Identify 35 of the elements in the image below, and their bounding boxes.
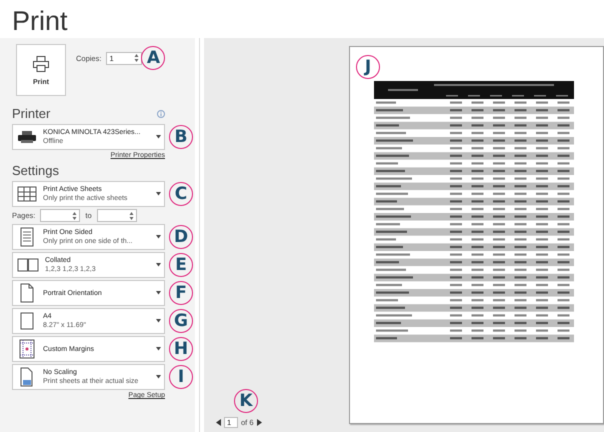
caret-icon <box>156 135 161 139</box>
page-to-field[interactable] <box>96 209 137 222</box>
callout-label: A <box>141 46 166 70</box>
next-page-icon[interactable] <box>256 419 262 426</box>
settings-heading: Settings <box>12 163 59 179</box>
margins-icon <box>17 339 37 359</box>
callout-label: E <box>169 253 193 277</box>
caret-icon <box>156 235 161 239</box>
spinner-icon <box>72 210 78 220</box>
caret-icon <box>156 375 161 379</box>
caret-icon <box>156 347 161 351</box>
printer-icon <box>32 54 50 72</box>
callout-label: I <box>169 365 193 389</box>
caret-icon <box>156 319 161 323</box>
page-title: Print <box>11 5 69 38</box>
callout-label: B <box>169 125 193 149</box>
sheet-grid-icon <box>17 185 37 203</box>
spinner-icon <box>128 210 134 220</box>
page-from-field[interactable] <box>40 209 80 222</box>
caret-icon <box>156 192 161 196</box>
info-icon[interactable] <box>157 110 165 118</box>
callout-label: H <box>169 337 193 361</box>
callout-label: K <box>234 389 258 413</box>
callout-label: C <box>169 182 193 206</box>
callout-label: J <box>356 55 380 79</box>
callout-label: F <box>169 281 193 305</box>
collated-pages-icon <box>17 257 39 273</box>
spinner-icon <box>134 53 140 63</box>
callout-label: G <box>169 309 193 333</box>
printer-icon <box>17 130 37 144</box>
previous-page-icon[interactable] <box>216 419 221 426</box>
caret-icon <box>156 263 161 267</box>
callout-label: D <box>169 225 193 249</box>
printer-heading: Printer <box>12 106 50 122</box>
caret-icon <box>156 291 161 295</box>
